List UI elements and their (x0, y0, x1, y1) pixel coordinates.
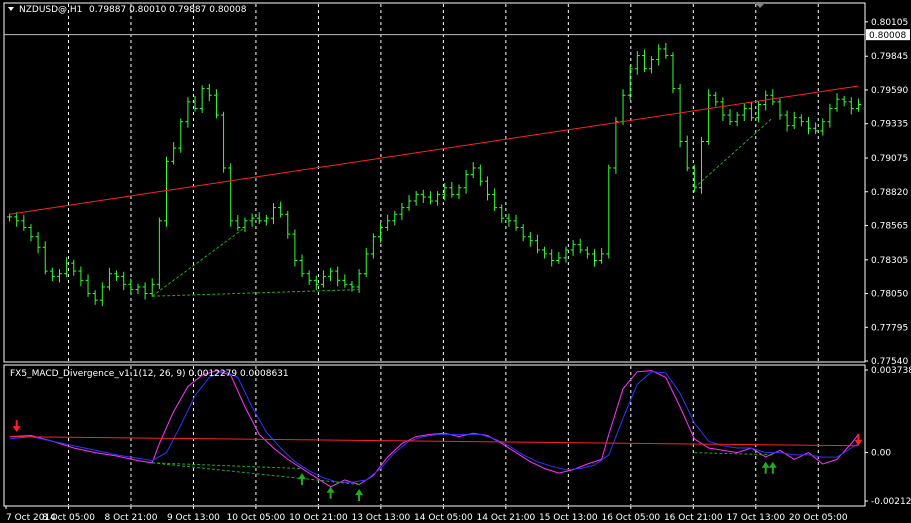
mt4-chart-window[interactable]: 0.80105 0.79845 0.79590 0.79335 0.79075 0.788… (0, 0, 911, 523)
time-axis-label: 10 Oct 21:00 (289, 513, 348, 523)
time-axis-label: 17 Oct 13:00 (726, 513, 785, 523)
ohlc-label: 0.79887 0.80010 0.79887 0.80008 (89, 5, 247, 15)
time-axis-label: 20 Oct 05:00 (789, 513, 848, 523)
time-axis-label: 8 Oct 21:00 (104, 513, 157, 523)
price-axis-label: 0.80105 (871, 18, 908, 28)
symbol-label: NZDUSD@,H1 (19, 5, 82, 15)
indicator-axis-label: 0.00 (871, 449, 891, 459)
current-price-label: 0.80008 (869, 31, 906, 41)
price-axis-label: 0.78820 (871, 188, 908, 198)
time-axis-label: 8 Oct 05:00 (42, 513, 95, 523)
time-axis-label: 14 Oct 05:00 (414, 513, 473, 523)
price-axis-label: 0.79845 (871, 52, 908, 62)
price-axis-label: 0.79590 (871, 86, 908, 96)
price-axis-label: 0.78050 (871, 290, 908, 300)
price-axis-label: 0.78305 (871, 256, 908, 266)
time-axis-label: 14 Oct 21:00 (477, 513, 536, 523)
price-axis-label: 0.79335 (871, 120, 908, 130)
indicator-axis-label: 0.003738 (871, 366, 911, 376)
price-axis-label: 0.77795 (871, 323, 908, 333)
price-axis-label: 0.78565 (871, 221, 908, 231)
time-axis-label: 16 Oct 21:00 (664, 513, 723, 523)
indicator-label: FX5_MACD_Divergence_v1.1(12, 26, 9) 0.00… (10, 369, 289, 379)
time-axis-label: 16 Oct 05:00 (601, 513, 660, 523)
time-axis-label: 9 Oct 13:00 (167, 513, 220, 523)
time-axis-label: 10 Oct 05:00 (227, 513, 286, 523)
time-axis-label: 15 Oct 13:00 (539, 513, 598, 523)
time-axis-label: 13 Oct 13:00 (352, 513, 411, 523)
price-axis-label: 0.79075 (871, 154, 908, 164)
indicator-axis-label: -0.002125 (871, 497, 911, 507)
